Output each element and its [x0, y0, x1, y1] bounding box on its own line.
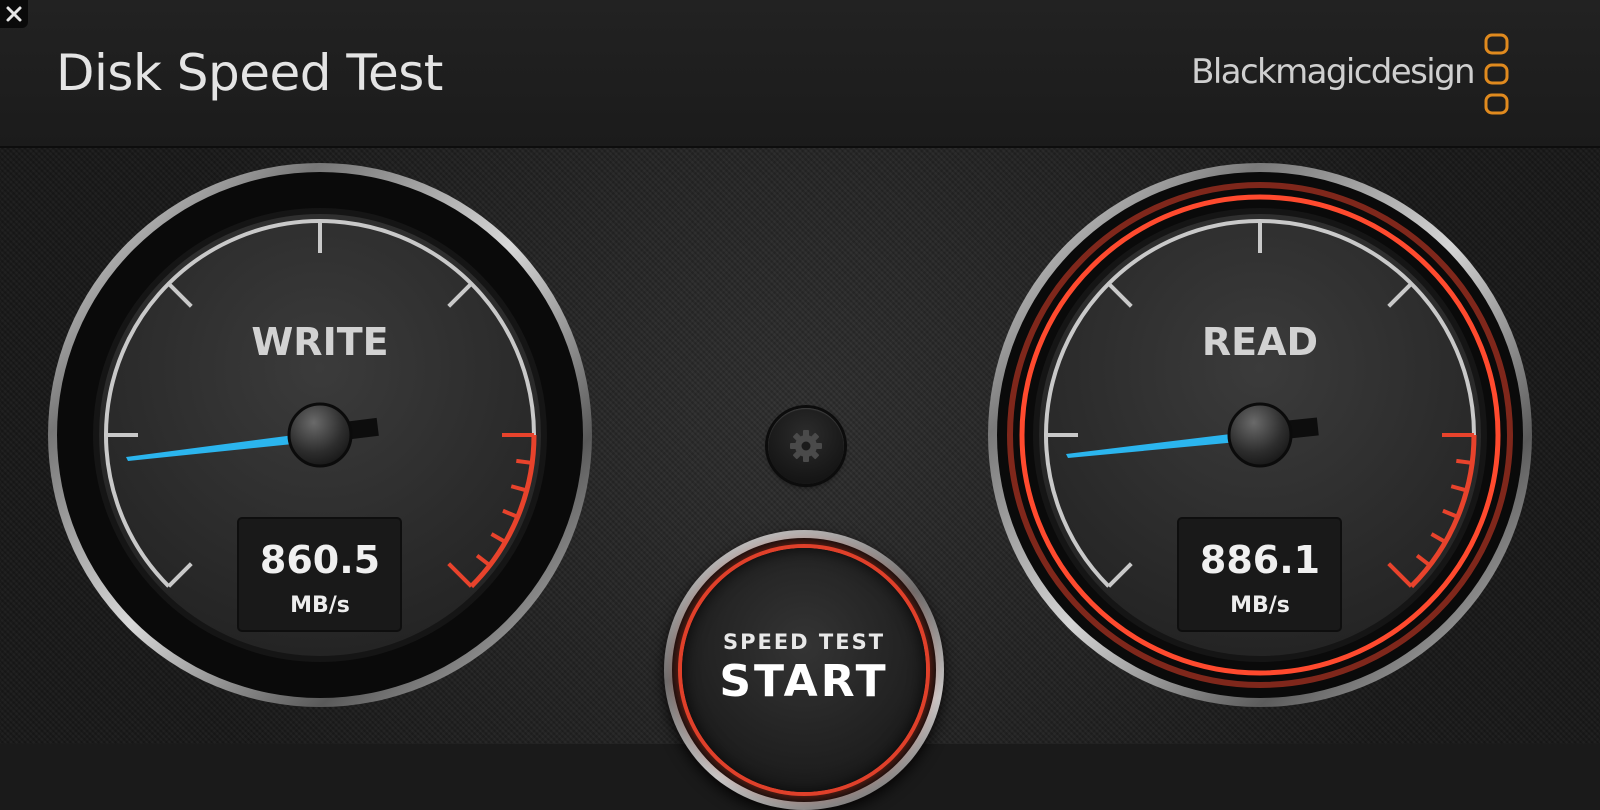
write-gauge: WRITE 860.5 MB/s [48, 163, 592, 707]
start-button-top-label: SPEED TEST [722, 630, 886, 654]
main-panel: WRITE 860.5 MB/s SPEED TEST START READ 8… [0, 148, 1600, 810]
app-title: Disk Speed Test [56, 44, 443, 102]
read-speed-value: 886.1 [1200, 538, 1320, 582]
title-bar: Disk Speed Test Blackmagicdesign [0, 0, 1600, 148]
gauge-label: WRITE [251, 320, 388, 364]
read-gauge: READ 886.1 MB/s [988, 163, 1532, 707]
gauge-hub [1227, 402, 1293, 468]
write-speed-unit: MB/s [290, 593, 350, 618]
blackmagic-logo-icon [1484, 33, 1509, 115]
gear-icon [790, 430, 822, 462]
start-button-face: SPEED TEST START [682, 548, 926, 792]
close-button[interactable] [0, 0, 28, 28]
brand-name: Blackmagicdesign [1191, 52, 1475, 92]
gauge-label: READ [1202, 320, 1318, 364]
speed-test-start-button[interactable]: SPEED TEST START [664, 530, 944, 810]
redline-minor-tick [1456, 458, 1473, 465]
settings-button[interactable] [768, 408, 844, 484]
redline-minor-tick [516, 458, 533, 465]
close-x-icon [6, 6, 22, 22]
read-speed-unit: MB/s [1230, 593, 1290, 618]
write-speed-value: 860.5 [260, 538, 380, 582]
gauge-hub [287, 402, 353, 468]
start-button-main-label: START [719, 656, 889, 707]
